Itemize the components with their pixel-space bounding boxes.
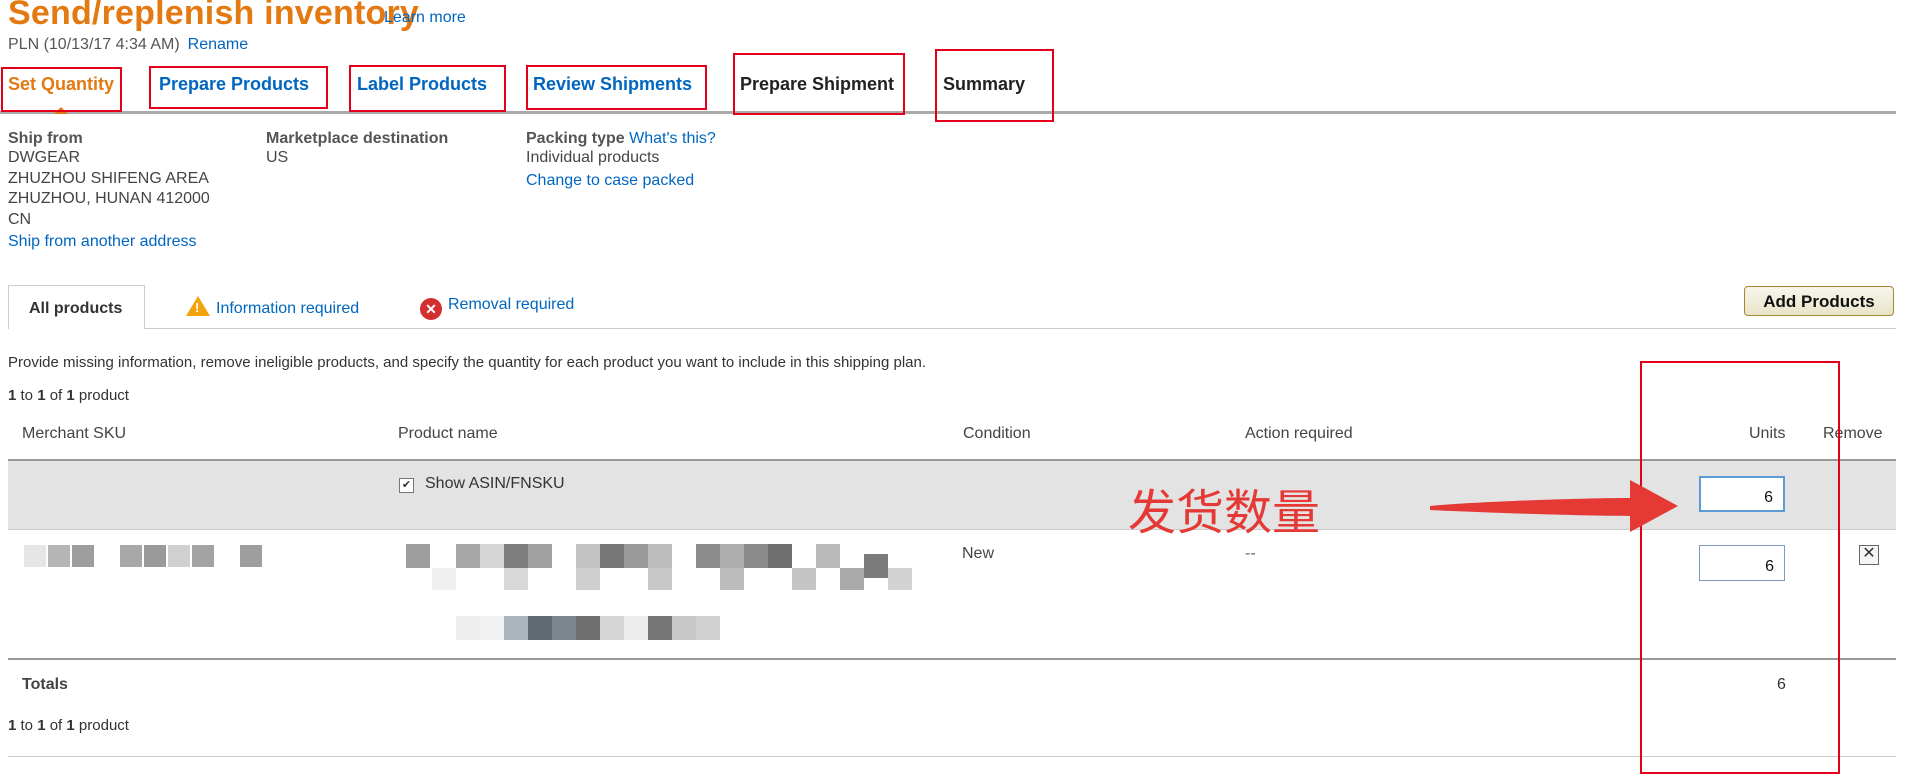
ship-from-line: CN <box>8 210 32 228</box>
rename-link[interactable]: Rename <box>188 36 248 53</box>
annotation-box-step-1 <box>1 67 122 112</box>
annotation-arrow-icon <box>1430 480 1678 532</box>
column-header-action-required: Action required <box>1245 425 1353 442</box>
tabs-divider <box>145 328 1896 329</box>
packing-value: Individual products <box>526 149 660 166</box>
packing-label: Packing type <box>526 130 625 147</box>
bottom-divider <box>8 756 1896 757</box>
ship-from-section: Ship from DWGEAR ZHUZHOU SHIFENG AREA ZH… <box>8 130 210 251</box>
warning-icon: ! <box>186 296 210 316</box>
show-asin-label: Show ASIN/FNSKU <box>425 475 565 492</box>
totals-divider <box>8 658 1896 660</box>
ship-from-another-link[interactable]: Ship from another address <box>8 233 210 251</box>
ship-from-line: ZHUZHOU SHIFENG AREA <box>8 169 209 187</box>
ship-from-line: ZHUZHOU, HUNAN 412000 <box>8 190 210 207</box>
change-to-case-packed-link[interactable]: Change to case packed <box>526 172 716 190</box>
show-asin-checkbox[interactable]: ✔ <box>399 478 414 493</box>
marketplace-value: US <box>266 149 289 166</box>
product-name-redacted <box>384 544 944 644</box>
condition-value: New <box>962 545 995 562</box>
column-header-merchant-sku[interactable]: Merchant SKU <box>22 425 126 443</box>
instructions-text: Provide missing information, remove inel… <box>8 354 927 371</box>
tab-all-products[interactable]: All products <box>8 285 145 329</box>
tab-removal-required-label: Removal required <box>448 296 575 313</box>
column-header-product-name[interactable]: Product name <box>398 425 498 443</box>
marketplace-label: Marketplace destination <box>266 130 449 147</box>
annotation-box-step-6 <box>935 49 1054 122</box>
tab-information-required-label: Information required <box>216 300 360 317</box>
pagination-summary-bottom: 1 to 1 of 1 product <box>8 717 129 734</box>
tab-information-required[interactable]: ! Information required <box>186 296 359 318</box>
tab-all-products-label: All products <box>29 300 123 317</box>
tab-removal-required[interactable]: ✕ Removal required <box>420 296 574 320</box>
annotation-box-step-5 <box>733 53 905 115</box>
remove-product-icon[interactable]: ✕ <box>1859 545 1879 565</box>
add-products-button[interactable]: Add Products <box>1744 286 1894 316</box>
plan-name: PLN (10/13/17 4:34 AM) Rename <box>8 36 248 54</box>
ship-from-label: Ship from <box>8 130 83 147</box>
ship-from-line: DWGEAR <box>8 149 80 166</box>
totals-label: Totals <box>22 676 68 693</box>
whats-this-link[interactable]: What's this? <box>629 130 716 147</box>
error-icon: ✕ <box>420 298 442 320</box>
annotation-box-step-3 <box>349 65 506 112</box>
plan-name-text: PLN (10/13/17 4:34 AM) <box>8 36 180 53</box>
annotation-box-step-4 <box>526 65 707 110</box>
annotation-box-step-2 <box>149 66 328 109</box>
annotation-box-units-column <box>1640 361 1840 774</box>
page-title: Send/replenish inventory <box>8 0 420 32</box>
marketplace-section: Marketplace destination US <box>266 130 448 169</box>
annotation-label: 发货数量 <box>1128 485 1321 541</box>
packing-section: Packing type What's this? Individual pro… <box>526 130 716 190</box>
merchant-sku-redacted <box>24 545 264 567</box>
action-required-value: -- <box>1245 545 1256 562</box>
learn-more-link[interactable]: Learn more <box>384 9 466 27</box>
column-header-condition[interactable]: Condition <box>963 425 1031 443</box>
pagination-summary-top: 1 to 1 of 1 product <box>8 387 129 404</box>
